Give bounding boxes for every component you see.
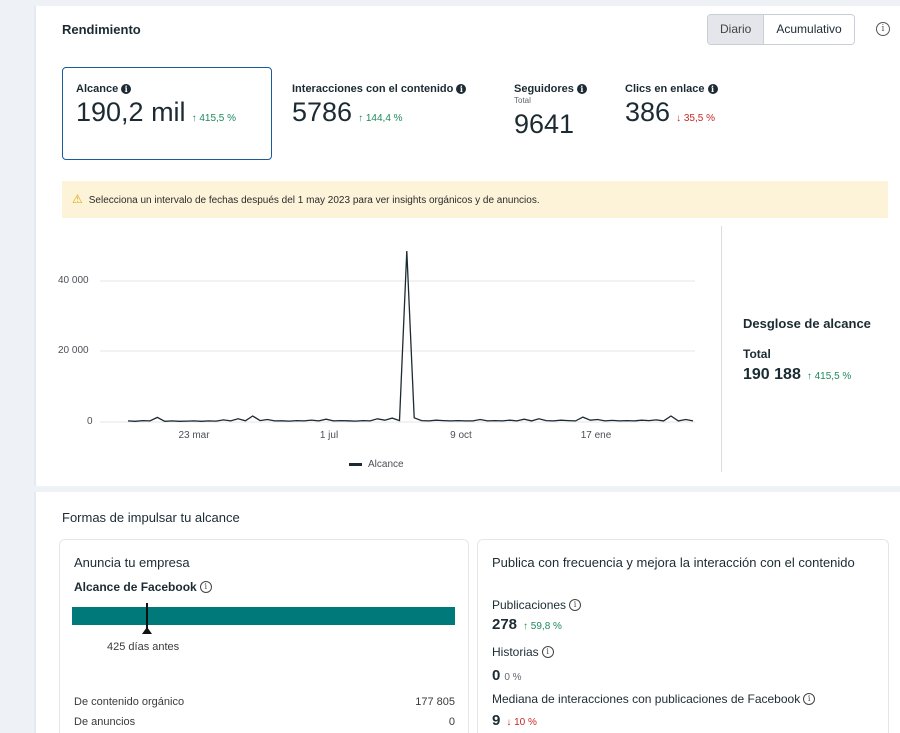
info-icon[interactable]: i <box>876 22 890 36</box>
stat-label: Publicaciones i <box>492 598 582 612</box>
marker-arrow-icon <box>142 627 152 634</box>
date-range-alert: ⚠ Selecciona un intervalo de fechas despu… <box>62 181 888 218</box>
metric-interacciones[interactable]: Interacciones con el contenido i 5786 ↑ 14… <box>292 83 467 128</box>
stat-value: 00 % <box>492 667 522 684</box>
metric-value: 190,2 mil <box>76 97 186 127</box>
chart-legend: Alcance <box>349 459 404 470</box>
x-tick-label: 1 jul <box>319 430 339 441</box>
breakdown-total: 190 188 ↑ 415,5 % <box>743 366 851 384</box>
stat-label-text: Publicaciones <box>492 598 567 612</box>
row-label: De contenido orgánico <box>74 696 185 708</box>
info-icon[interactable]: i <box>199 581 212 593</box>
info-icon[interactable]: i <box>576 84 587 94</box>
divider <box>721 226 722 472</box>
metric-seguidores[interactable]: Seguidores i Total 9641 <box>514 83 587 140</box>
info-icon[interactable]: i <box>121 84 132 94</box>
metric-value: 9641 <box>514 109 575 139</box>
info-icon[interactable]: i <box>569 599 582 611</box>
fb-reach-label: Alcance de Facebook i <box>74 580 212 594</box>
metric-label: Alcance <box>76 83 119 95</box>
metric-value: 5786 <box>292 97 353 127</box>
breakdown-total-value: 190 188 <box>743 366 801 383</box>
y-tick-label: 40 000 <box>58 275 89 286</box>
metric-change: ↑ 144,4 % <box>358 113 403 124</box>
metric-change: ↑ 415,5 % <box>191 113 237 124</box>
metric-clics[interactable]: Clics en enlace i 386 ↓ 35,5 % <box>625 83 718 128</box>
metric-label: Clics en enlace <box>625 83 705 95</box>
stat-change: 0 % <box>504 672 522 683</box>
row-label: De anuncios <box>74 716 136 728</box>
info-icon[interactable]: i <box>456 84 467 94</box>
alert-text: Selecciona un intervalo de fechas despué… <box>88 195 540 206</box>
x-tick-label: 17 ene <box>580 430 612 441</box>
stat-change: ↑ 59,8 % <box>523 621 562 632</box>
metric-change: ↓ 35,5 % <box>676 113 715 124</box>
stat-value: 278 ↑ 59,8 % <box>492 616 562 633</box>
stat-value: 9 ↓ 10 % <box>492 712 537 729</box>
stat-label-text: Historias <box>492 645 539 659</box>
y-tick-label: 0 <box>87 416 93 427</box>
y-tick-label: 20 000 <box>58 345 89 356</box>
info-icon[interactable]: i <box>803 693 816 705</box>
ad-card-title: Anuncia tu empresa <box>74 555 190 570</box>
metric-value: 386 <box>625 97 671 127</box>
stat-label: Mediana de interacciones con publicacion… <box>492 692 816 706</box>
x-tick-label: 23 mar <box>178 430 210 441</box>
marker-caption: 425 días antes <box>107 641 180 653</box>
stat-number: 9 <box>492 712 501 729</box>
breakdown-title: Desglose de alcance <box>743 316 871 331</box>
x-tick-label: 9 oct <box>450 430 472 441</box>
publish-card-title: Publica con frecuencia y mejora la inter… <box>492 555 855 570</box>
stat-number: 0 <box>492 667 501 684</box>
view-toggle[interactable]: Diario Acumulativo <box>707 14 855 45</box>
metric-label: Interacciones con el contenido <box>292 83 454 95</box>
stat-number: 278 <box>492 616 518 633</box>
breakdown-change: ↑ 415,5 % <box>806 371 852 382</box>
metric-alcance[interactable]: Alcance i 190,2 mil ↑ 415,5 % <box>76 83 236 128</box>
legend-label: Alcance <box>368 459 404 470</box>
fb-reach-text: Alcance de Facebook <box>74 580 197 594</box>
warning-icon: ⚠ <box>72 192 83 206</box>
page-title: Rendimiento <box>62 22 141 37</box>
legend-swatch <box>349 463 362 466</box>
toggle-cumulative-button[interactable]: Acumulativo <box>764 15 854 44</box>
toggle-daily-button[interactable]: Diario <box>708 15 765 44</box>
stat-label: Historias i <box>492 645 554 659</box>
metric-sub: Total <box>514 96 531 105</box>
stat-change: ↓ 10 % <box>506 717 537 728</box>
row-value: 0 <box>448 716 455 728</box>
bar-marker <box>146 603 148 629</box>
boost-title: Formas de impulsar tu alcance <box>62 510 240 525</box>
row-value: 177 805 <box>415 696 455 708</box>
reach-bar <box>72 607 455 625</box>
stat-label-text: Mediana de interacciones con publicacion… <box>492 692 801 706</box>
metric-label: Seguidores <box>514 83 574 95</box>
info-icon[interactable]: i <box>541 646 554 658</box>
info-icon[interactable]: i <box>707 84 718 94</box>
breakdown-total-label: Total <box>743 347 771 361</box>
